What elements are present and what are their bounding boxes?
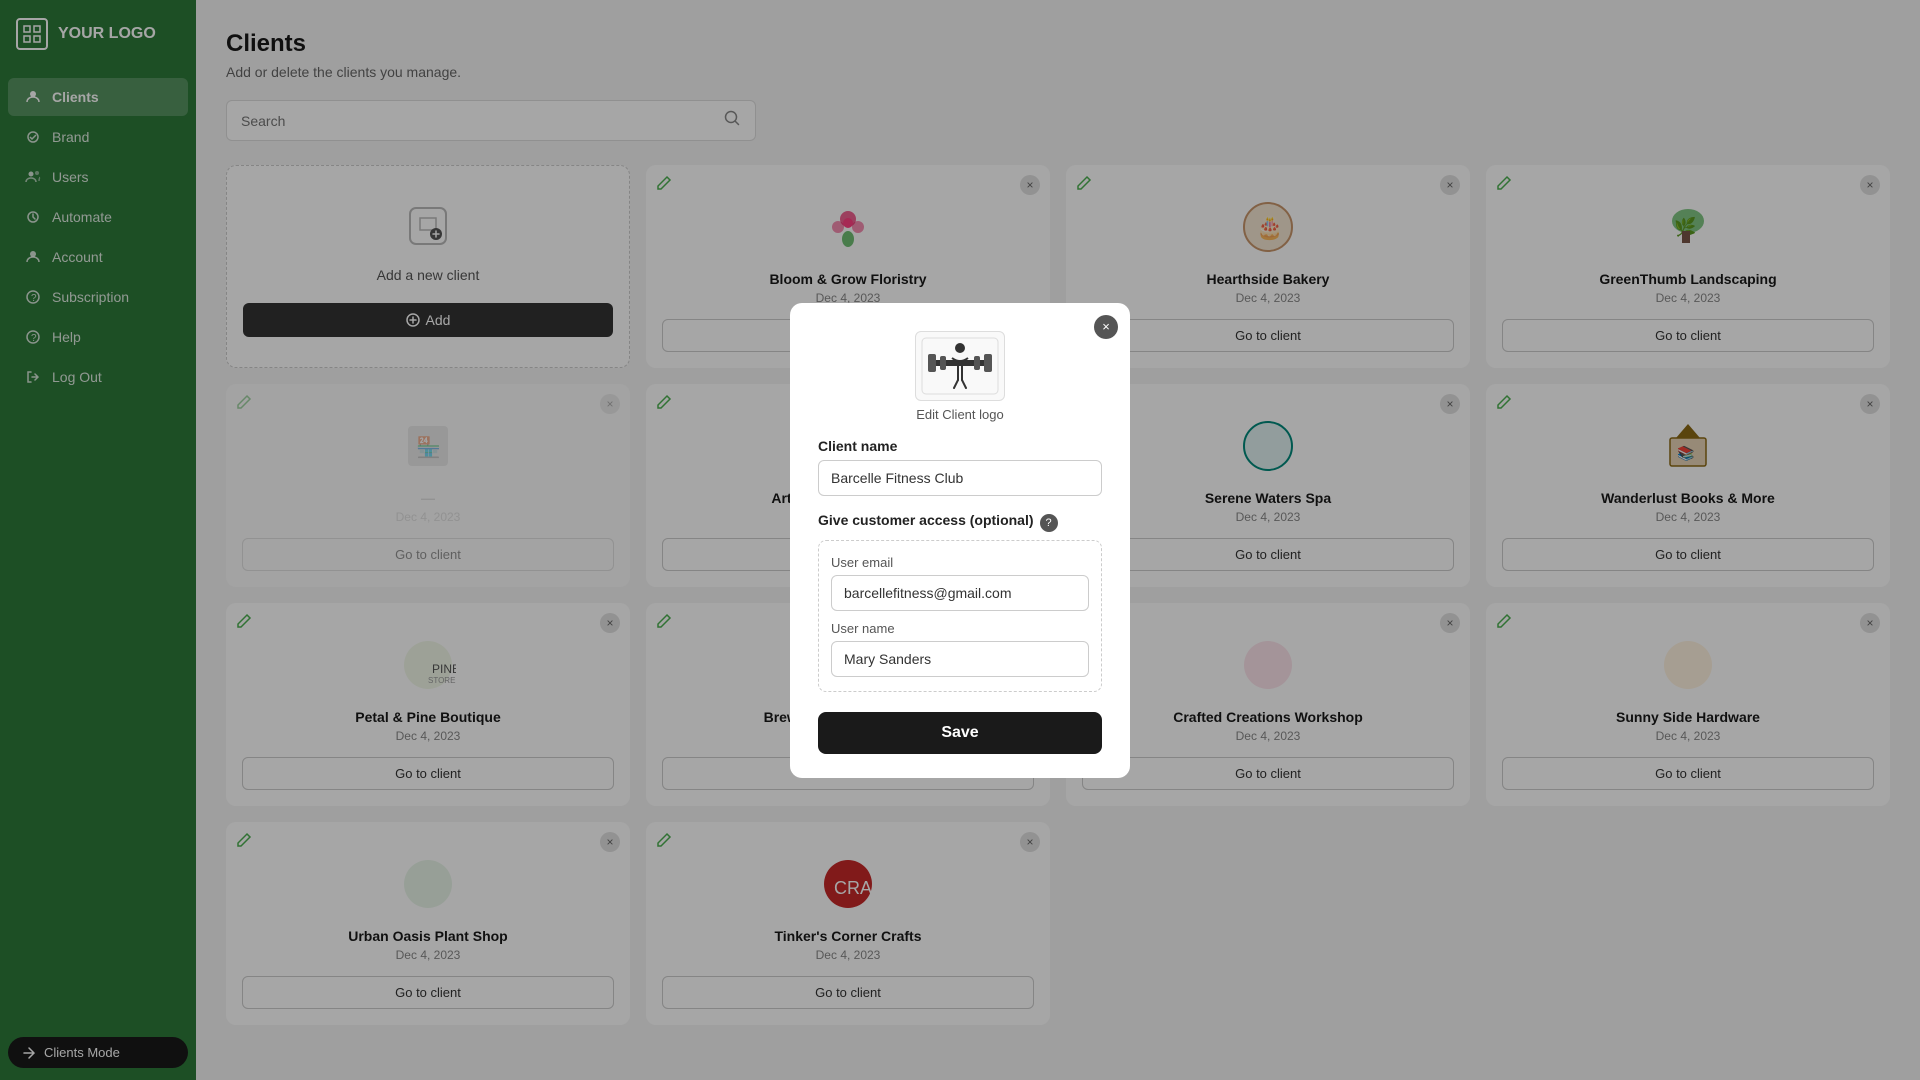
access-label-row: Give customer access (optional) ? [818, 512, 1102, 534]
help-tooltip-icon[interactable]: ? [1040, 514, 1058, 532]
edit-client-modal: × Edit Cli [790, 303, 1130, 778]
client-name-input[interactable] [818, 460, 1102, 496]
user-name-input[interactable] [831, 641, 1089, 677]
user-email-input[interactable] [831, 575, 1089, 611]
access-label: Give customer access (optional) [818, 512, 1034, 528]
close-icon: × [1102, 319, 1110, 334]
modal-overlay[interactable]: × Edit Cli [0, 0, 1920, 1080]
user-email-label: User email [831, 555, 1089, 570]
save-button[interactable]: Save [818, 712, 1102, 754]
modal-logo-image[interactable] [915, 331, 1005, 401]
modal-logo-label: Edit Client logo [916, 407, 1003, 422]
customer-access-section: User email User name [818, 540, 1102, 692]
modal-close-button[interactable]: × [1094, 315, 1118, 339]
modal-logo-area: Edit Client logo [818, 331, 1102, 422]
client-name-field-label: Client name [818, 438, 1102, 454]
user-name-label: User name [831, 621, 1089, 636]
